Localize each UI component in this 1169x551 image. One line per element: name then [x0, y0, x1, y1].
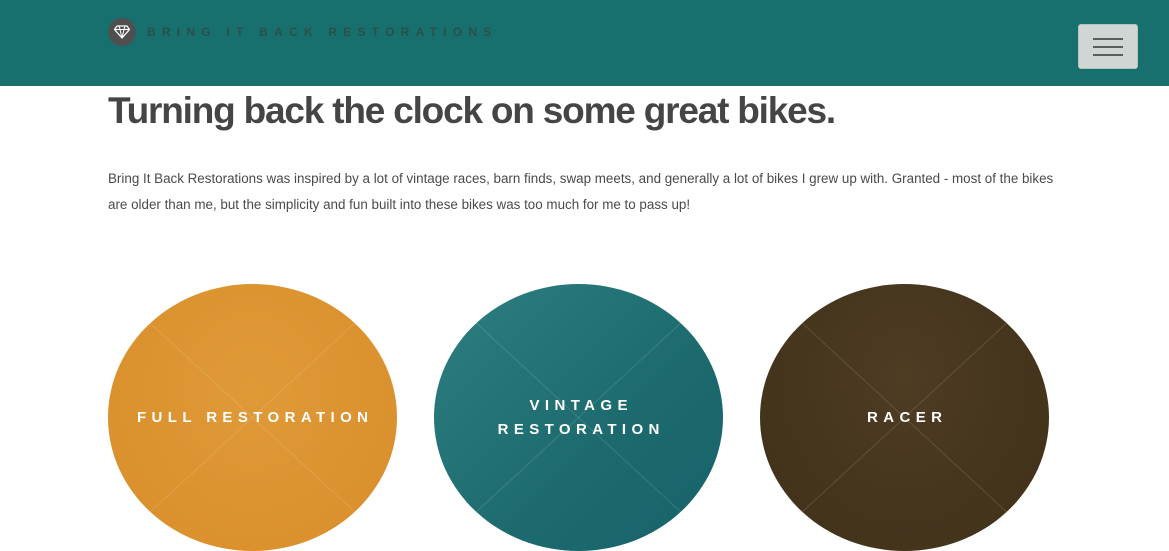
- intro-paragraph: Bring It Back Restorations was inspired …: [108, 171, 1054, 212]
- menu-toggle-button[interactable]: [1078, 24, 1138, 69]
- racer-tile[interactable]: Racer: [760, 284, 1049, 551]
- vintage-restoration-tile[interactable]: Vintage Restoration: [434, 284, 723, 551]
- site-logo-link[interactable]: Bring It Back Restorations: [108, 18, 497, 46]
- site-title: Bring It Back Restorations: [147, 25, 498, 39]
- hamburger-icon-bar: [1093, 45, 1123, 48]
- hamburger-icon-bar: [1093, 37, 1123, 40]
- page: Bring It Back Restorations Turning back …: [0, 0, 1169, 551]
- tile-label: Full Restoration: [136, 408, 374, 426]
- tile-label: Racer: [867, 408, 948, 426]
- site-header: Bring It Back Restorations: [0, 0, 1169, 86]
- hamburger-icon-bar: [1093, 53, 1123, 56]
- diamond-icon: [108, 18, 136, 46]
- tile-label: Vintage Restoration: [497, 396, 665, 438]
- page-headline: Turning back the clock on some great bik…: [108, 90, 836, 131]
- full-restoration-tile[interactable]: Full Restoration: [108, 284, 397, 551]
